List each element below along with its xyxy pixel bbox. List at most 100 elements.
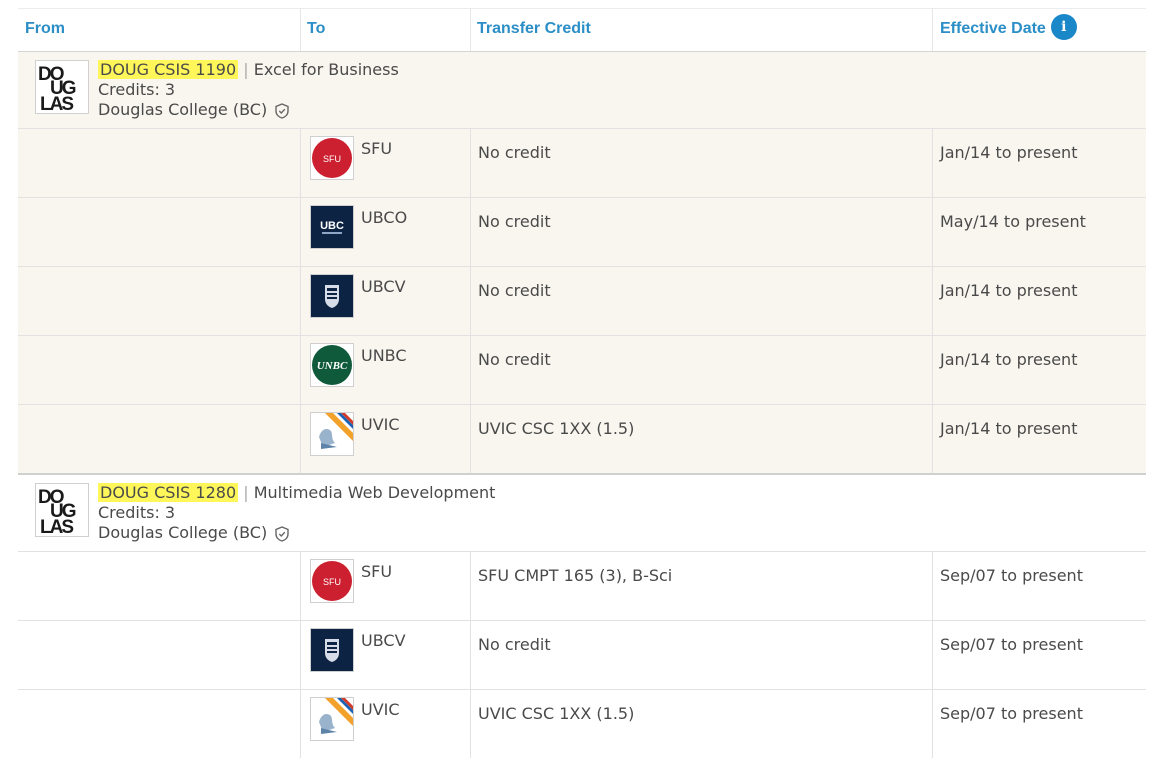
uvic-logo (310, 412, 354, 456)
course-credits: Credits: 3 (98, 80, 176, 99)
course-title: Excel for Business (253, 60, 399, 79)
header-to[interactable]: To (307, 9, 325, 51)
douglas-college-logo: DO UG LAS (35, 60, 89, 115)
transfer-credit-value: No credit (478, 143, 551, 162)
to-cell: SFU SFU (300, 552, 471, 620)
effective-date-value: Jan/14 to present (940, 350, 1078, 369)
institution-name[interactable]: UVIC (361, 700, 400, 719)
institution-name[interactable]: UBCV (361, 631, 406, 650)
transfer-credit-cell: No credit (470, 129, 933, 197)
effective-date-value: Sep/07 to present (940, 704, 1083, 723)
table-row: SFU SFU SFU CMPT 165 (3), B-Sci Sep/07 t… (18, 551, 1146, 620)
transfer-credit-value: No credit (478, 350, 551, 369)
table-row: UNBC UNBC No credit Jan/14 to present (18, 335, 1146, 404)
separator: | (243, 483, 249, 502)
effective-date-value: Jan/14 to present (940, 419, 1078, 438)
equivalency-rows: SFU SFU No credit Jan/14 to present UBC … (18, 128, 1146, 473)
svg-text:LAS: LAS (40, 94, 73, 113)
course-title: Multimedia Web Development (253, 483, 496, 502)
to-cell: UBCV (300, 621, 471, 689)
institution-name[interactable]: SFU (361, 562, 392, 581)
course-block: DO UG LAS DOUG CSIS 1190 | Excel for Bus… (18, 52, 1146, 473)
verified-shield-icon (275, 525, 290, 542)
transfer-credit-value: UVIC CSC 1XX (1.5) (478, 419, 635, 438)
effective-date-cell: Jan/14 to present (932, 267, 1147, 335)
header-effective-date-label: Effective Date (940, 20, 1046, 37)
course-institution[interactable]: Douglas College (BC) (98, 523, 267, 542)
uvic-logo (310, 697, 354, 741)
course-block: DO UG LAS DOUG CSIS 1280 | Multimedia We… (18, 475, 1146, 765)
effective-date-value: Jan/14 to present (940, 143, 1078, 162)
course-code[interactable]: DOUG CSIS 1280 (98, 483, 239, 502)
effective-date-cell: Jan/14 to present (932, 336, 1147, 404)
sfu-logo: SFU (310, 559, 354, 603)
sfu-logo-text: SFU (323, 154, 341, 164)
unbc-logo-text: UNBC (317, 360, 348, 372)
institution-name[interactable]: SFU (361, 139, 392, 158)
to-cell: UNBC UNBC (300, 336, 471, 404)
transfer-credit-value: No credit (478, 281, 551, 300)
transfer-credit-cell: UVIC CSC 1XX (1.5) (470, 405, 933, 473)
transfer-credit-cell: No credit (470, 621, 933, 689)
transfer-table: From To Transfer Credit Effective Date i … (18, 8, 1146, 765)
to-cell: UBCV (300, 267, 471, 335)
header-transfer-credit[interactable]: Transfer Credit (477, 9, 591, 51)
table-row: UVIC UVIC CSC 1XX (1.5) Sep/07 to presen… (18, 689, 1146, 758)
course-institution-line: Douglas College (BC) (98, 100, 290, 120)
ubc-logo-text: UBC (320, 220, 344, 232)
course-header: DO UG LAS DOUG CSIS 1280 | Multimedia We… (18, 475, 1146, 551)
separator: | (243, 60, 249, 79)
table-row: UBC UBCO No credit May/14 to present (18, 197, 1146, 266)
header-from[interactable]: From (25, 9, 65, 51)
course-code[interactable]: DOUG CSIS 1190 (98, 60, 239, 79)
svg-text:LAS: LAS (40, 517, 73, 536)
unbc-logo: UNBC (310, 343, 354, 387)
effective-date-cell: Sep/07 to present (932, 621, 1147, 689)
institution-name[interactable]: UBCO (361, 208, 407, 227)
ubc-vancouver-logo (310, 274, 354, 318)
course-institution[interactable]: Douglas College (BC) (98, 100, 267, 119)
transfer-credit-cell: No credit (470, 336, 933, 404)
header-effective-date[interactable]: Effective Date i (940, 9, 1077, 51)
equivalency-rows: SFU SFU SFU CMPT 165 (3), B-Sci Sep/07 t… (18, 551, 1146, 758)
course-credits: Credits: 3 (98, 503, 176, 522)
institution-name[interactable]: UNBC (361, 346, 407, 365)
transfer-credit-cell: UVIC CSC 1XX (1.5) (470, 690, 933, 758)
effective-date-cell: May/14 to present (932, 198, 1147, 266)
verified-shield-icon (275, 102, 290, 119)
course-title-line: DOUG CSIS 1280 | Multimedia Web Developm… (98, 483, 495, 503)
sfu-logo: SFU (310, 136, 354, 180)
effective-date-cell: Sep/07 to present (932, 552, 1147, 620)
institution-name[interactable]: UVIC (361, 415, 400, 434)
to-cell: UVIC (300, 405, 471, 473)
course-title-line: DOUG CSIS 1190 | Excel for Business (98, 60, 399, 80)
effective-date-cell: Jan/14 to present (932, 129, 1147, 197)
table-row: UVIC UVIC CSC 1XX (1.5) Jan/14 to presen… (18, 404, 1146, 473)
ubc-okanagan-logo: UBC (310, 205, 354, 249)
institution-name[interactable]: UBCV (361, 277, 406, 296)
header-divider (932, 9, 933, 51)
transfer-credit-cell: SFU CMPT 165 (3), B-Sci (470, 552, 933, 620)
info-icon[interactable]: i (1050, 13, 1077, 40)
table-header: From To Transfer Credit Effective Date i (18, 8, 1146, 52)
effective-date-value: May/14 to present (940, 212, 1086, 231)
table-row: UBCV No credit Jan/14 to present (18, 266, 1146, 335)
header-divider (470, 9, 471, 51)
douglas-college-logo: DO UG LAS (35, 483, 89, 538)
transfer-credit-value: SFU CMPT 165 (3), B-Sci (478, 566, 673, 585)
effective-date-cell: Sep/07 to present (932, 690, 1147, 758)
to-cell: UBC UBCO (300, 198, 471, 266)
effective-date-value: Sep/07 to present (940, 635, 1083, 654)
course-institution-line: Douglas College (BC) (98, 523, 290, 543)
transfer-credit-cell: No credit (470, 267, 933, 335)
to-cell: SFU SFU (300, 129, 471, 197)
ubc-vancouver-logo (310, 628, 354, 672)
transfer-credit-value: UVIC CSC 1XX (1.5) (478, 704, 635, 723)
effective-date-cell: Jan/14 to present (932, 405, 1147, 473)
to-cell: UVIC (300, 690, 471, 758)
course-header: DO UG LAS DOUG CSIS 1190 | Excel for Bus… (18, 52, 1146, 128)
sfu-logo-text: SFU (323, 577, 341, 587)
transfer-credit-value: No credit (478, 212, 551, 231)
header-divider (300, 9, 301, 51)
effective-date-value: Sep/07 to present (940, 566, 1083, 585)
